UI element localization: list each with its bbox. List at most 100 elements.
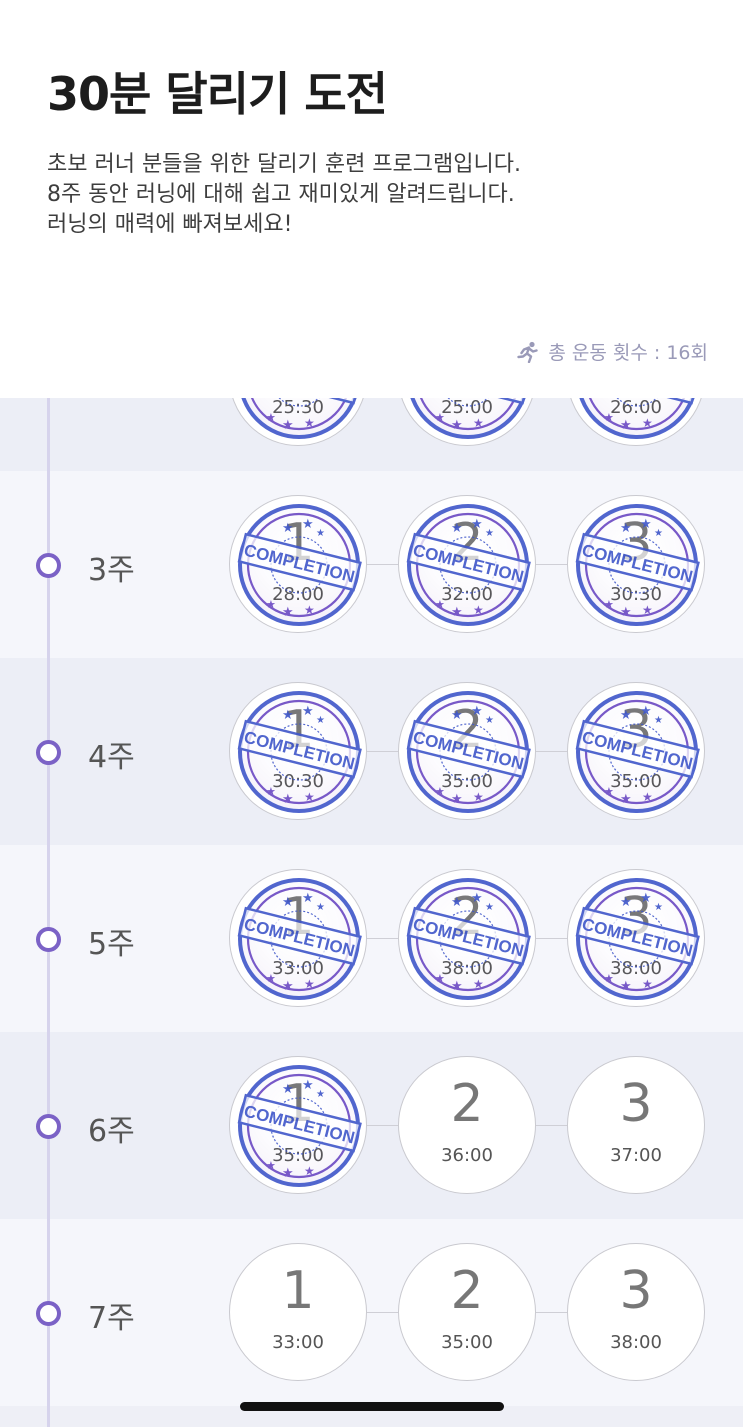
- session-time: 35:00: [441, 1332, 493, 1353]
- svg-text:★: ★: [282, 979, 294, 994]
- svg-text:★: ★: [302, 891, 314, 906]
- week-label: 5주: [88, 927, 135, 962]
- session-circle-completed[interactable]: 133:00★★★★★★COMPLETION: [229, 869, 367, 1007]
- svg-text:★: ★: [642, 416, 653, 430]
- session-connector: [367, 938, 398, 939]
- svg-text:★: ★: [654, 528, 663, 539]
- session-connector: [536, 1125, 567, 1126]
- svg-text:★: ★: [620, 521, 632, 536]
- svg-text:★: ★: [451, 418, 463, 433]
- session-connector: [367, 751, 398, 752]
- svg-text:★: ★: [654, 902, 663, 913]
- svg-text:★: ★: [451, 979, 463, 994]
- svg-text:★: ★: [473, 416, 484, 430]
- program-description: 초보 러너 분들을 위한 달리기 훈련 프로그램입니다. 8주 동안 러닝에 대…: [47, 150, 687, 240]
- svg-text:★: ★: [620, 895, 632, 910]
- svg-text:★: ★: [473, 790, 484, 804]
- session-connector: [536, 938, 567, 939]
- session-circle-completed[interactable]: 130:30★★★★★★COMPLETION: [229, 682, 367, 820]
- completion-stamp-icon: ★★★★★★COMPLETION: [237, 398, 362, 439]
- session-circle-completed[interactable]: 326:00★★★★★★COMPLETION: [567, 398, 705, 446]
- completion-stamp-icon: ★★★★★★COMPLETION: [237, 504, 362, 626]
- session-number: 2: [450, 1074, 484, 1134]
- week-label: 3주: [88, 553, 135, 588]
- session-number: 1: [281, 1261, 315, 1321]
- svg-text:★: ★: [304, 603, 315, 617]
- session-circle-completed[interactable]: 335:00★★★★★★COMPLETION: [567, 682, 705, 820]
- svg-text:★: ★: [316, 902, 325, 913]
- svg-text:★: ★: [640, 517, 652, 532]
- session-circle-completed[interactable]: 235:00★★★★★★COMPLETION: [398, 682, 536, 820]
- svg-text:★: ★: [620, 979, 632, 994]
- svg-text:★: ★: [485, 902, 494, 913]
- session-circle-completed[interactable]: 128:00★★★★★★COMPLETION: [229, 495, 367, 633]
- session-time: 38:00: [610, 1332, 662, 1353]
- completion-stamp-icon: ★★★★★★COMPLETION: [237, 691, 362, 813]
- timeline-dot: [36, 1301, 61, 1326]
- svg-text:★: ★: [316, 528, 325, 539]
- svg-text:★: ★: [282, 418, 294, 433]
- session-circle-completed[interactable]: 232:00★★★★★★COMPLETION: [398, 495, 536, 633]
- session-time: 36:00: [441, 1145, 493, 1166]
- session-circle[interactable]: 3 37:00: [567, 1056, 705, 1194]
- completion-stamp-icon: ★★★★★★COMPLETION: [575, 398, 700, 439]
- svg-text:★: ★: [642, 603, 653, 617]
- svg-text:★: ★: [282, 1166, 294, 1181]
- svg-text:★: ★: [435, 785, 445, 798]
- completion-stamp-icon: ★★★★★★COMPLETION: [575, 691, 700, 813]
- week-row: 125:30★★★★★★COMPLETION225:00★★★★★★COMPLE…: [0, 398, 743, 471]
- svg-text:★: ★: [604, 598, 614, 611]
- session-circle[interactable]: 1 33:00: [229, 1243, 367, 1381]
- svg-text:★: ★: [473, 603, 484, 617]
- timeline-dot: [36, 927, 61, 952]
- session-circle[interactable]: 2 35:00: [398, 1243, 536, 1381]
- completion-stamp-icon: ★★★★★★COMPLETION: [575, 878, 700, 1000]
- session-connector: [536, 751, 567, 752]
- svg-text:★: ★: [620, 605, 632, 620]
- svg-text:★: ★: [266, 411, 276, 424]
- completion-stamp-icon: ★★★★★★COMPLETION: [406, 504, 531, 626]
- svg-text:★: ★: [620, 792, 632, 807]
- svg-text:★: ★: [620, 418, 632, 433]
- session-connector: [367, 1312, 398, 1313]
- total-workouts: 총 운동 횟수 : 16회: [516, 338, 708, 365]
- session-circle-completed[interactable]: 238:00★★★★★★COMPLETION: [398, 869, 536, 1007]
- session-circle[interactable]: 2 36:00: [398, 1056, 536, 1194]
- session-circle-completed[interactable]: 330:30★★★★★★COMPLETION: [567, 495, 705, 633]
- svg-text:★: ★: [642, 977, 653, 991]
- session-circle[interactable]: 3 38:00: [567, 1243, 705, 1381]
- description-line: 8주 동안 러닝에 대해 쉽고 재미있게 알려드립니다.: [47, 182, 515, 207]
- description-line: 초보 러너 분들을 위한 달리기 훈련 프로그램입니다.: [47, 152, 521, 177]
- svg-text:★: ★: [304, 1164, 315, 1178]
- svg-text:★: ★: [302, 1078, 314, 1093]
- week-list: 125:30★★★★★★COMPLETION225:00★★★★★★COMPLE…: [0, 398, 743, 1427]
- total-workouts-label: 총 운동 횟수 : 16회: [548, 342, 708, 364]
- page-title: 30분 달리기 도전: [47, 67, 388, 121]
- svg-text:★: ★: [485, 715, 494, 726]
- svg-text:★: ★: [266, 598, 276, 611]
- timeline-dot: [36, 740, 61, 765]
- svg-text:★: ★: [451, 708, 463, 723]
- week-label: 4주: [88, 740, 135, 775]
- svg-text:★: ★: [471, 891, 483, 906]
- session-circle-completed[interactable]: 225:00★★★★★★COMPLETION: [398, 398, 536, 446]
- svg-text:★: ★: [304, 790, 315, 804]
- session-number: 3: [619, 1074, 653, 1134]
- week-row: 4주 130:30★★★★★★COMPLETION235:00★★★★★★COMP…: [0, 658, 743, 845]
- svg-text:★: ★: [451, 895, 463, 910]
- svg-text:★: ★: [304, 416, 315, 430]
- svg-text:★: ★: [620, 708, 632, 723]
- svg-text:★: ★: [304, 977, 315, 991]
- svg-text:★: ★: [451, 605, 463, 620]
- svg-text:★: ★: [266, 1159, 276, 1172]
- svg-text:★: ★: [282, 605, 294, 620]
- completion-stamp-icon: ★★★★★★COMPLETION: [237, 878, 362, 1000]
- session-circle-completed[interactable]: 135:00★★★★★★COMPLETION: [229, 1056, 367, 1194]
- session-time: 33:00: [272, 1332, 324, 1353]
- completion-stamp-icon: ★★★★★★COMPLETION: [406, 691, 531, 813]
- session-circle-completed[interactable]: 125:30★★★★★★COMPLETION: [229, 398, 367, 446]
- session-circle-completed[interactable]: 338:00★★★★★★COMPLETION: [567, 869, 705, 1007]
- week-label: 7주: [88, 1301, 135, 1336]
- timeline-dot: [36, 1114, 61, 1139]
- svg-text:★: ★: [282, 895, 294, 910]
